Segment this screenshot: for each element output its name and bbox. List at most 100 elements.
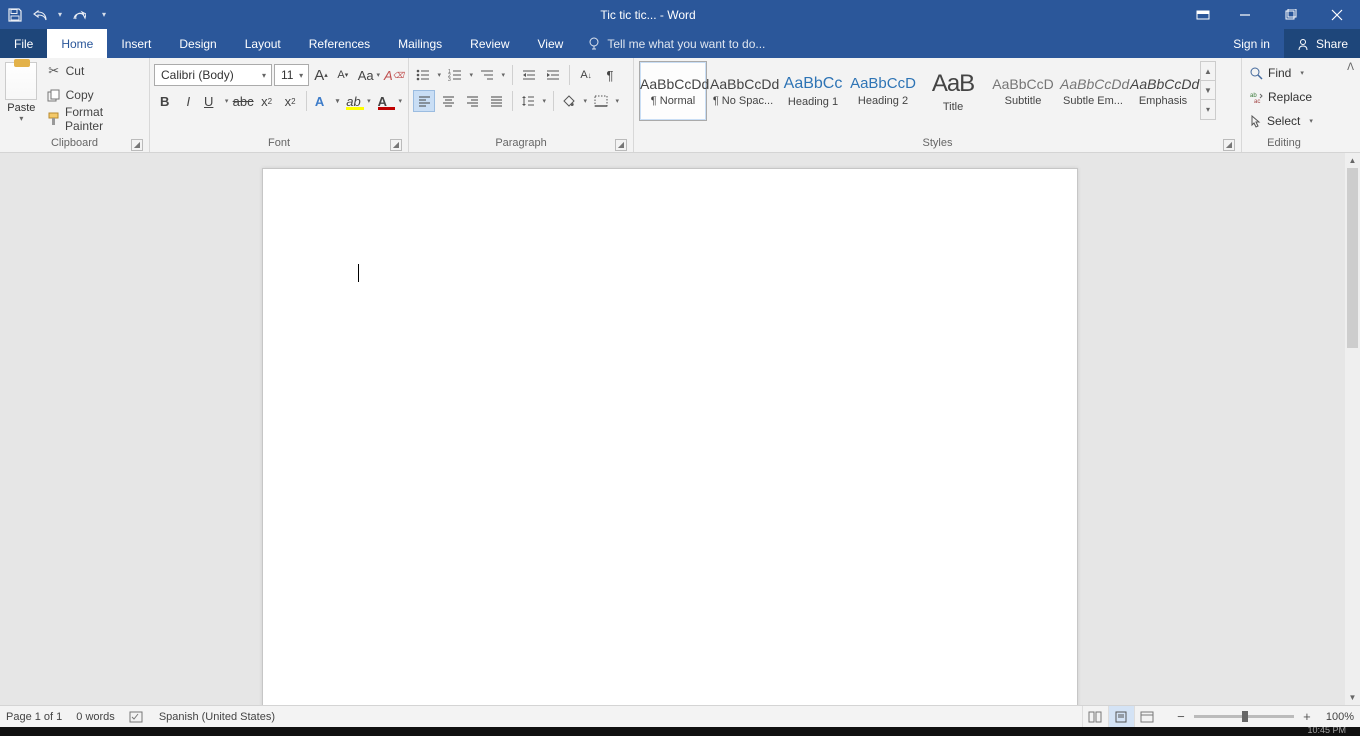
style-heading-2[interactable]: AaBbCcDHeading 2	[849, 61, 917, 121]
tab-mailings[interactable]: Mailings	[384, 29, 456, 58]
change-case-button[interactable]: Aa	[355, 64, 382, 86]
increase-indent-button[interactable]	[542, 64, 564, 86]
font-name-combo[interactable]: Calibri (Body)▾	[154, 64, 272, 86]
print-layout-button[interactable]	[1108, 706, 1134, 728]
view-buttons	[1082, 706, 1160, 728]
shrink-font-button[interactable]: A▾	[333, 64, 353, 86]
chevron-down-icon: ▾	[259, 71, 269, 80]
tab-file[interactable]: File	[0, 29, 47, 58]
align-right-button[interactable]	[461, 90, 483, 112]
style--no-spac-[interactable]: AaBbCcDd¶ No Spac...	[709, 61, 777, 121]
italic-button[interactable]: I	[178, 90, 200, 112]
bullets-button[interactable]	[413, 64, 443, 86]
highlight-button[interactable]: ab	[343, 90, 372, 112]
font-size-combo[interactable]: 11▾	[274, 64, 309, 86]
tell-me-search[interactable]: Tell me what you want to do...	[577, 29, 775, 58]
select-label: Select	[1267, 114, 1300, 128]
zoom-out-button[interactable]: −	[1174, 709, 1188, 724]
text-effects-button[interactable]: A	[312, 90, 341, 112]
web-layout-button[interactable]	[1134, 706, 1160, 728]
replace-button[interactable]: abacReplace	[1246, 86, 1317, 108]
undo-button[interactable]	[32, 6, 50, 24]
clipboard-dialog-launcher[interactable]: ◢	[131, 139, 143, 151]
align-left-button[interactable]	[413, 90, 435, 112]
read-mode-button[interactable]	[1082, 706, 1108, 728]
vertical-scrollbar[interactable]: ▲ ▼	[1345, 153, 1360, 705]
subscript-button[interactable]: x2	[256, 90, 278, 112]
paste-button[interactable]: Paste ▾	[4, 60, 39, 136]
style-emphasis[interactable]: AaBbCcDdEmphasis	[1129, 61, 1197, 121]
undo-dropdown-icon[interactable]: ▾	[58, 10, 62, 19]
style-subtitle[interactable]: AaBbCcDSubtitle	[989, 61, 1057, 121]
paste-dropdown-icon[interactable]: ▾	[4, 114, 39, 123]
justify-button[interactable]	[485, 90, 507, 112]
line-spacing-button[interactable]	[518, 90, 548, 112]
borders-button[interactable]	[591, 90, 621, 112]
numbering-button[interactable]: 123	[445, 64, 475, 86]
redo-button[interactable]	[70, 6, 88, 24]
tab-layout[interactable]: Layout	[231, 29, 295, 58]
close-button[interactable]	[1314, 0, 1360, 29]
align-center-button[interactable]	[437, 90, 459, 112]
paragraph-dialog-launcher[interactable]: ◢	[615, 139, 627, 151]
tab-review[interactable]: Review	[456, 29, 523, 58]
scroll-down-button[interactable]: ▼	[1345, 690, 1360, 705]
zoom-in-button[interactable]: +	[1300, 709, 1314, 724]
tell-me-placeholder: Tell me what you want to do...	[607, 37, 765, 51]
language-indicator[interactable]: Spanish (United States)	[159, 711, 275, 723]
strikethrough-button[interactable]: abc	[232, 90, 254, 112]
spellcheck-icon[interactable]	[129, 710, 145, 724]
scroll-thumb[interactable]	[1347, 168, 1358, 348]
qat-customize-icon[interactable]: ▾	[102, 10, 106, 19]
zoom-slider[interactable]	[1194, 715, 1294, 718]
tab-view[interactable]: View	[524, 29, 578, 58]
grow-font-button[interactable]: A▴	[311, 64, 331, 86]
zoom-slider-knob[interactable]	[1242, 711, 1248, 722]
save-button[interactable]	[6, 6, 24, 24]
minimize-button[interactable]	[1222, 0, 1268, 29]
tab-references[interactable]: References	[295, 29, 384, 58]
share-button[interactable]: Share	[1284, 29, 1360, 58]
clear-formatting-button[interactable]: A⌫	[384, 64, 404, 86]
style--normal[interactable]: AaBbCcDd¶ Normal	[639, 61, 707, 121]
scroll-track[interactable]	[1345, 168, 1360, 690]
scroll-up-button[interactable]: ▲	[1345, 153, 1360, 168]
styles-dialog-launcher[interactable]: ◢	[1223, 139, 1235, 151]
sign-in-link[interactable]: Sign in	[1219, 29, 1284, 58]
sort-button[interactable]: A↓	[575, 64, 597, 86]
gallery-more-button[interactable]: ▾	[1201, 100, 1215, 119]
shading-button[interactable]	[559, 90, 589, 112]
font-dialog-launcher[interactable]: ◢	[390, 139, 402, 151]
collapse-ribbon-button[interactable]: ᐱ	[1343, 60, 1358, 75]
copy-label: Copy	[66, 88, 94, 102]
show-marks-button[interactable]: ¶	[599, 64, 621, 86]
maximize-button[interactable]	[1268, 0, 1314, 29]
superscript-button[interactable]: x2	[279, 90, 301, 112]
gallery-down-button[interactable]: ▼	[1201, 81, 1215, 100]
style-title[interactable]: AaBTitle	[919, 61, 987, 121]
zoom-level[interactable]: 100%	[1326, 711, 1354, 723]
copy-button[interactable]: Copy	[43, 84, 145, 106]
tab-design[interactable]: Design	[165, 29, 230, 58]
style-heading-1[interactable]: AaBbCcHeading 1	[779, 61, 847, 121]
select-button[interactable]: Select▾	[1246, 110, 1317, 132]
document-area[interactable]	[0, 153, 1345, 705]
style-preview: AaBbCcDd	[640, 76, 706, 92]
gallery-up-button[interactable]: ▲	[1201, 62, 1215, 81]
format-painter-button[interactable]: Format Painter	[43, 108, 145, 130]
bold-button[interactable]: B	[154, 90, 176, 112]
word-count[interactable]: 0 words	[76, 711, 115, 723]
style-subtle-em-[interactable]: AaBbCcDdSubtle Em...	[1059, 61, 1127, 121]
page-indicator[interactable]: Page 1 of 1	[6, 711, 62, 723]
group-label-font: Font	[268, 137, 290, 149]
multilevel-list-button[interactable]	[477, 64, 507, 86]
decrease-indent-button[interactable]	[518, 64, 540, 86]
ribbon-display-options-button[interactable]	[1184, 0, 1222, 29]
underline-button[interactable]: U	[201, 90, 230, 112]
font-color-button[interactable]: A	[375, 90, 404, 112]
tab-insert[interactable]: Insert	[107, 29, 165, 58]
find-button[interactable]: Find▾	[1246, 62, 1317, 84]
tab-home[interactable]: Home	[47, 29, 107, 58]
cut-button[interactable]: ✂Cut	[43, 60, 145, 82]
document-page[interactable]	[262, 168, 1078, 705]
